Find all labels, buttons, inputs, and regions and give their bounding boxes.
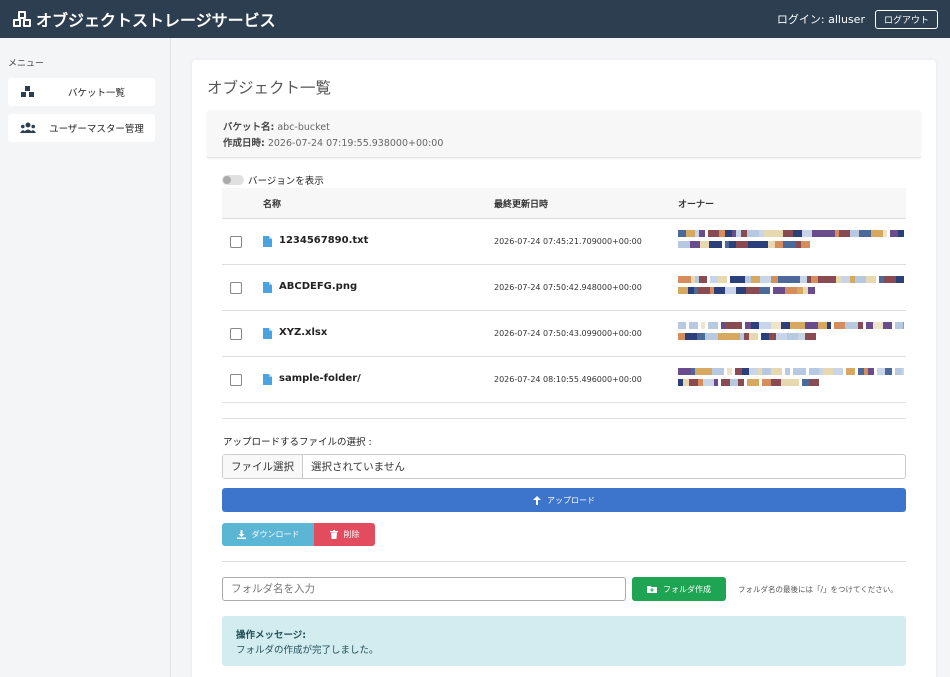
trash-icon xyxy=(329,530,338,539)
alert-body: フォルダの作成が完了しました。 xyxy=(236,645,379,656)
divider xyxy=(222,561,906,562)
object-name-link[interactable]: 1234567890.txt xyxy=(279,235,368,246)
objects-table: 名称 最終更新日時 オーナー 1234567890.txt 2026-07-24… xyxy=(222,188,906,403)
app-title: オブジェクトストレージサービス xyxy=(36,11,276,30)
version-toggle-label: バージョンを表示 xyxy=(248,176,324,187)
object-name-link[interactable]: ABCDEFG.png xyxy=(279,281,357,292)
object-updated: 2026-07-24 07:45:21.709000+00:00 xyxy=(494,237,642,246)
sidebar-item-user-master[interactable]: ユーザーマスター管理 xyxy=(8,114,155,142)
alert-title: 操作メッセージ: xyxy=(236,630,307,641)
upload-label: アップロードするファイルの選択 : xyxy=(223,437,372,448)
object-updated: 2026-07-24 07:50:42.948000+00:00 xyxy=(494,283,642,292)
version-toggle-row: バージョンを表示 xyxy=(222,173,324,187)
table-row[interactable]: XYZ.xlsx 2026-07-24 07:50:43.099000+00:0… xyxy=(222,311,906,357)
object-updated: 2026-07-24 07:50:43.099000+00:00 xyxy=(494,329,642,338)
bucket-created-value: 2026-07-24 07:19:55.938000+00:00 xyxy=(267,138,444,149)
owner-value-obscured xyxy=(678,230,904,248)
file-icon xyxy=(263,236,272,247)
create-folder-button-label: フォルダ作成 xyxy=(663,584,711,594)
column-header-updated: 最終更新日時 xyxy=(494,200,549,210)
object-name-link[interactable]: XYZ.xlsx xyxy=(279,327,327,338)
bucket-name-value: abc-bucket xyxy=(277,122,330,133)
table-row[interactable]: 1234567890.txt 2026-07-24 07:45:21.70900… xyxy=(222,219,906,265)
file-status: 選択されていません xyxy=(311,461,405,473)
object-updated: 2026-07-24 08:10:55.496000+00:00 xyxy=(494,375,642,384)
bucket-info: バケット名: abc-bucket 作成日時: 2026-07-24 07:19… xyxy=(207,110,921,158)
column-header-owner: オーナー xyxy=(678,200,715,210)
file-icon xyxy=(263,282,272,293)
object-name-link[interactable]: sample-folder/ xyxy=(279,373,361,384)
divider xyxy=(222,418,906,419)
top-navbar: オブジェクトストレージサービス ログイン: alluser ログアウト xyxy=(0,0,950,38)
row-checkbox[interactable] xyxy=(230,328,242,340)
delete-button-label: 削除 xyxy=(343,530,360,539)
bucket-name-key: バケット名: xyxy=(223,122,275,133)
table-row[interactable]: sample-folder/ 2026-07-24 08:10:55.49600… xyxy=(222,357,906,403)
owner-value-obscured xyxy=(678,368,904,386)
file-icon xyxy=(263,374,272,385)
file-select-button[interactable]: ファイル選択 xyxy=(223,455,303,478)
file-icon xyxy=(263,328,272,339)
users-icon xyxy=(20,122,36,133)
version-toggle[interactable] xyxy=(222,175,244,185)
login-user-text: ログイン: alluser xyxy=(776,13,865,26)
column-header-name: 名称 xyxy=(263,200,282,210)
operation-message-alert: 操作メッセージ: フォルダの作成が完了しました。 xyxy=(222,616,906,666)
upload-button[interactable]: アップロード xyxy=(222,488,906,512)
download-button-label: ダウンロード xyxy=(251,530,300,539)
main-card: オブジェクト一覧 バケット名: abc-bucket 作成日時: 2026-07… xyxy=(192,60,936,677)
row-checkbox[interactable] xyxy=(230,374,242,386)
sidebar-item-bucket-list[interactable]: バケット一覧 xyxy=(8,78,155,106)
folder-hint: フォルダ名の最後には「/」をつけてください。 xyxy=(738,585,898,594)
download-icon xyxy=(236,530,246,539)
owner-value-obscured xyxy=(678,322,904,340)
owner-value-obscured xyxy=(678,276,904,294)
row-checkbox[interactable] xyxy=(230,282,242,294)
download-button[interactable]: ダウンロード xyxy=(222,523,314,546)
upload-button-label: アップロード xyxy=(547,495,595,505)
table-header: 名称 最終更新日時 オーナー xyxy=(222,188,906,219)
create-folder-button[interactable]: フォルダ作成 xyxy=(632,577,726,601)
arrow-up-icon xyxy=(533,495,541,505)
table-row[interactable]: ABCDEFG.png 2026-07-24 07:50:42.948000+0… xyxy=(222,265,906,311)
cubes-icon xyxy=(13,11,31,27)
brand[interactable]: オブジェクトストレージサービス xyxy=(12,7,276,31)
file-picker[interactable]: ファイル選択 選択されていません xyxy=(222,454,906,479)
sidebar-item-label: バケット一覧 xyxy=(67,88,125,99)
folder-name-input[interactable] xyxy=(222,577,626,601)
sidebar: メニュー バケット一覧 ユーザーマスター管理 xyxy=(0,38,171,677)
bucket-created-key: 作成日時: xyxy=(223,138,265,149)
boxes-icon xyxy=(21,86,34,97)
delete-button[interactable]: 削除 xyxy=(314,523,375,546)
menu-heading: メニュー xyxy=(8,59,45,69)
logout-button[interactable]: ログアウト xyxy=(874,9,938,29)
folder-plus-icon xyxy=(647,586,657,593)
sidebar-item-label: ユーザーマスター管理 xyxy=(49,124,144,135)
row-checkbox[interactable] xyxy=(230,236,242,248)
page-title: オブジェクト一覧 xyxy=(207,79,332,97)
